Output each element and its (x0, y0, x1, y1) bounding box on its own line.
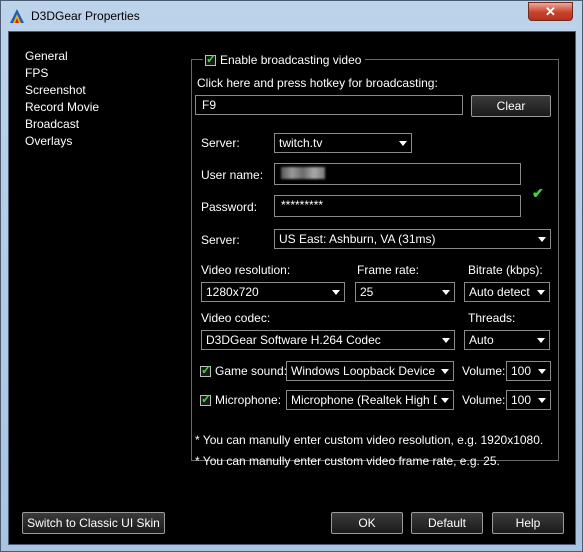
ok-button[interactable]: OK (331, 512, 403, 534)
chevron-down-icon (538, 369, 546, 374)
chevron-down-icon (441, 398, 449, 403)
chevron-down-icon (332, 290, 340, 295)
password-label: Password: (201, 200, 258, 214)
green-checkmark-icon: ✔ (532, 185, 544, 201)
hotkey-label: Click here and press hotkey for broadcas… (197, 76, 438, 90)
codec-value: D3DGear Software H.264 Codec (206, 333, 381, 347)
password-field[interactable]: ********* (274, 195, 521, 217)
d3dgear-app-icon (10, 9, 24, 23)
resolution-label: Video resolution: (201, 263, 291, 277)
clear-hotkey-button[interactable]: Clear (471, 95, 551, 117)
mic-volume-label: Volume: (462, 393, 506, 407)
microphone-checkbox[interactable] (200, 392, 211, 406)
game-volume-label: Volume: (462, 364, 506, 378)
client-area: General FPS Screenshot Record Movie Broa… (8, 31, 576, 545)
close-button[interactable]: ✕ (528, 2, 573, 21)
chevron-down-icon (537, 338, 545, 343)
microphone-label: Microphone: (215, 393, 282, 407)
resolution-select[interactable]: 1280x720 (201, 282, 345, 302)
enable-broadcasting-toggle[interactable]: Enable broadcasting video (203, 52, 366, 68)
server-label: Server: (201, 136, 240, 150)
sidebar-item-broadcast[interactable]: Broadcast (25, 116, 99, 133)
help-button[interactable]: Help (492, 512, 564, 534)
game-sound-label: Game sound: (215, 364, 288, 378)
enable-broadcasting-checkbox[interactable] (205, 52, 216, 66)
codec-label: Video codec: (201, 311, 271, 325)
properties-window: D3DGear Properties ✕ General FPS Screens… (0, 0, 583, 552)
threads-label: Threads: (468, 311, 516, 325)
chevron-down-icon (441, 369, 449, 374)
sidebar-item-general[interactable]: General (25, 48, 99, 65)
chevron-down-icon (442, 338, 450, 343)
codec-select[interactable]: D3DGear Software H.264 Codec (201, 330, 455, 350)
framerate-select[interactable]: 25 (355, 282, 455, 302)
threads-value: Auto (469, 333, 494, 347)
framerate-note: * You can manully enter custom video fra… (195, 454, 500, 468)
chevron-down-icon (442, 290, 450, 295)
game-volume-select[interactable]: 100 (506, 361, 551, 381)
sidebar-item-fps[interactable]: FPS (25, 65, 99, 82)
username-label: User name: (201, 168, 264, 182)
resolution-value: 1280x720 (206, 285, 259, 299)
ingest-server-label: Server: (201, 233, 240, 247)
sidebar-item-screenshot[interactable]: Screenshot (25, 82, 99, 99)
title-bar[interactable]: D3DGear Properties ✕ (1, 1, 582, 29)
switch-classic-skin-button[interactable]: Switch to Classic UI Skin (22, 512, 165, 534)
game-sound-device-select[interactable]: Windows Loopback Device (286, 361, 454, 381)
service-value: twitch.tv (279, 136, 323, 150)
ingest-server-value: US East: Ashburn, VA (31ms) (279, 232, 436, 246)
service-select[interactable]: twitch.tv (274, 133, 412, 153)
mic-volume-select[interactable]: 100 (506, 390, 551, 410)
bitrate-select[interactable]: Auto detect (464, 282, 550, 302)
bitrate-value: Auto detect (469, 285, 530, 299)
sidebar-item-record-movie[interactable]: Record Movie (25, 99, 99, 116)
game-sound-device-value: Windows Loopback Device (291, 364, 436, 378)
chevron-down-icon (538, 398, 546, 403)
hotkey-field[interactable]: F9 (195, 95, 463, 115)
sidebar-nav: General FPS Screenshot Record Movie Broa… (25, 48, 99, 150)
game-sound-checkbox[interactable] (200, 363, 211, 377)
chevron-down-icon (537, 290, 545, 295)
framerate-label: Frame rate: (357, 263, 420, 277)
window-title: D3DGear Properties (31, 9, 140, 23)
resolution-note: * You can manully enter custom video res… (195, 433, 544, 447)
chevron-down-icon (538, 237, 546, 242)
redacted-username (281, 167, 325, 179)
bitrate-label: Bitrate (kbps): (468, 263, 543, 277)
default-button[interactable]: Default (411, 512, 483, 534)
microphone-device-select[interactable]: Microphone (Realtek High Definition (286, 390, 454, 410)
chevron-down-icon (399, 141, 407, 146)
sidebar-item-overlays[interactable]: Overlays (25, 133, 99, 150)
ingest-server-select[interactable]: US East: Ashburn, VA (31ms) (274, 229, 551, 249)
enable-broadcasting-label: Enable broadcasting video (220, 53, 362, 67)
mic-volume-value: 100 (511, 393, 532, 407)
framerate-value: 25 (360, 285, 374, 299)
threads-select[interactable]: Auto (464, 330, 550, 350)
microphone-device-value: Microphone (Realtek High Definition (291, 393, 437, 407)
game-volume-value: 100 (511, 364, 532, 378)
username-field[interactable] (274, 163, 521, 185)
